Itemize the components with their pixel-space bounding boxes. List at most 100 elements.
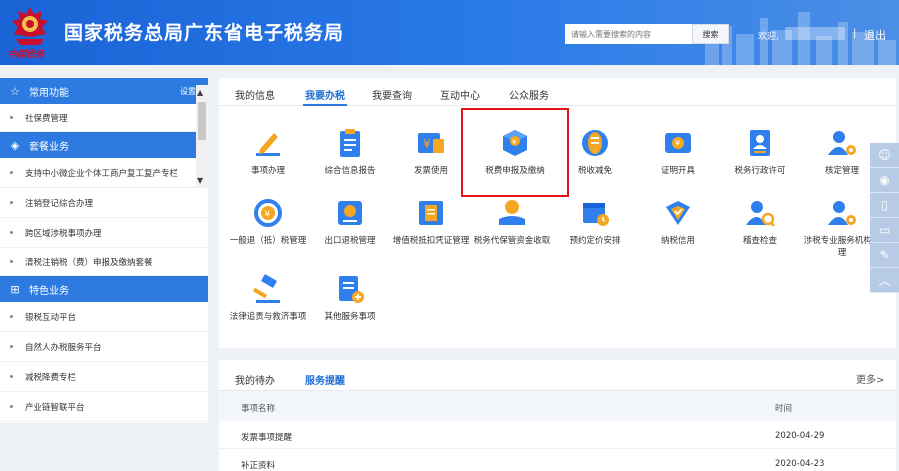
- service-item-legal-remedy[interactable]: 法律追责与救济事项: [226, 273, 310, 323]
- bullet-icon: [10, 116, 13, 119]
- money-hand-icon: [499, 200, 525, 225]
- service-item-vat-voucher[interactable]: 增值税抵扣凭证管理: [389, 197, 473, 247]
- sidebar-item-social-insurance[interactable]: 社保费管理: [0, 104, 208, 132]
- search-button[interactable]: 搜索: [692, 24, 729, 44]
- service-label: 其他服务事项: [324, 312, 376, 322]
- credit-shield-icon: [666, 201, 690, 225]
- sidebar-item-label: 社保费管理: [25, 113, 68, 124]
- service-label: 税务代保管资金收取: [473, 236, 551, 246]
- sidebar-item-label: 支持中小微企业个体工商户复工复产专栏: [25, 168, 179, 179]
- tab-query[interactable]: 我要查询: [372, 87, 412, 102]
- sidebar-item-tax-clearance[interactable]: 清税注销税（费）申报及缴纳套餐: [0, 248, 208, 276]
- table-row[interactable]: 补正资料 2020-04-23: [219, 449, 896, 471]
- export-refund-icon: [338, 201, 362, 225]
- row-time: 2020-04-23: [775, 459, 825, 469]
- mobile-icon[interactable]: ▯: [870, 193, 899, 218]
- service-label: 稽查检查: [742, 236, 777, 246]
- service-item-admin-license[interactable]: 税务行政许可: [718, 127, 802, 177]
- sidebar-item-tax-reduction[interactable]: 减税降费专栏: [0, 362, 208, 392]
- highlight-box: [461, 108, 569, 197]
- scrollbar-thumb[interactable]: [198, 102, 206, 140]
- invoice-icon: ¥: [418, 133, 444, 153]
- table-header: 事项名称 时间: [219, 391, 896, 421]
- table-row[interactable]: 发票事项提醒 2020-04-29: [219, 421, 896, 449]
- service-label: 事项办理: [250, 166, 285, 176]
- service-label: 纳税信用: [660, 236, 695, 246]
- star-icon: ☆: [10, 84, 20, 98]
- sidebar-item-bank-tax[interactable]: 银税互动平台: [0, 302, 208, 332]
- bullet-icon: [10, 315, 13, 318]
- sidebar-section-featured[interactable]: ⊞ 特色业务: [0, 276, 208, 302]
- bullet-icon: [10, 375, 13, 378]
- tab-tax-handling[interactable]: 我要办税: [305, 87, 345, 102]
- service-label: 预约定价安排: [569, 236, 621, 246]
- service-label: 证明开具: [660, 166, 695, 176]
- tab-bar: 我的信息 我要办税 我要查询 互动中心 公众服务: [219, 78, 896, 106]
- tab-my-info[interactable]: 我的信息: [235, 87, 275, 102]
- sidebar-item-label: 清税注销税（费）申报及缴纳套餐: [25, 257, 153, 268]
- user-gear-icon: [828, 131, 856, 155]
- logout-link[interactable]: 退出: [864, 27, 886, 43]
- layers-icon: ◈: [10, 138, 20, 152]
- service-item-other[interactable]: 其他服务事项: [308, 273, 392, 323]
- section-title: 特色业务: [29, 285, 69, 297]
- section-title: 套餐业务: [29, 141, 69, 153]
- tax-logo[interactable]: 中国税务: [6, 5, 54, 60]
- agency-icon: [828, 201, 856, 225]
- certificate-icon: ¥: [665, 133, 691, 153]
- service-item-export-refund[interactable]: 出口退税管理: [308, 197, 392, 247]
- service-label: 增值税抵扣凭证管理: [392, 236, 470, 246]
- calendar-icon: [583, 203, 609, 226]
- sidebar-item-label: 注销登记综合办理: [25, 198, 94, 209]
- service-label: 综合信息报告: [324, 166, 376, 176]
- sidebar-section-common[interactable]: ☆ 常用功能 设置: [0, 78, 208, 104]
- scroll-down-icon[interactable]: ▼: [197, 176, 203, 185]
- more-link[interactable]: 更多>: [856, 371, 884, 386]
- tab-interaction[interactable]: 互动中心: [440, 87, 480, 102]
- edit-icon[interactable]: ✎: [870, 243, 899, 268]
- service-item-custody-funds[interactable]: 税务代保管资金收取: [470, 197, 554, 247]
- weibo-icon[interactable]: ◉: [870, 168, 899, 193]
- service-item-certificate[interactable]: ¥ 证明开具: [636, 127, 720, 177]
- sidebar-item-industry-chain[interactable]: 产业链智联平台: [0, 392, 208, 422]
- section-title: 常用功能: [29, 87, 69, 99]
- sidebar-item-sme-recovery[interactable]: 支持中小微企业个体工商户复工复产专栏: [0, 158, 208, 188]
- sidebar-section-packages[interactable]: ◈ 套餐业务: [0, 132, 208, 158]
- sidebar-item-label: 跨区域涉税事项办理: [25, 228, 102, 239]
- settings-link[interactable]: 设置: [180, 86, 196, 97]
- sidebar-item-label: 减税降费专栏: [25, 372, 77, 383]
- sidebar-item-label: 银税互动平台: [25, 312, 77, 323]
- pen-icon: [256, 133, 280, 156]
- refund-icon: ¥: [254, 199, 282, 227]
- tab-service-reminder[interactable]: 服务提醒: [305, 372, 345, 387]
- back-to-top-icon[interactable]: ︿: [870, 268, 899, 293]
- active-tab-indicator: [303, 104, 347, 106]
- search-input[interactable]: [565, 24, 692, 44]
- top-header: 中国税务 国家税务总局广东省电子税务局 搜索 欢迎, | 退出: [0, 0, 899, 65]
- service-item-general-refund[interactable]: ¥ 一般退（抵）税管理: [226, 197, 310, 247]
- scroll-up-icon[interactable]: ▲: [197, 88, 203, 97]
- sidebar-item-natural-person[interactable]: 自然人办税服务平台: [0, 332, 208, 362]
- column-header-time: 时间: [775, 404, 793, 414]
- sidebar-item-cross-region[interactable]: 跨区域涉税事项办理: [0, 218, 208, 248]
- service-item-tax-credit[interactable]: 纳税信用: [636, 197, 720, 247]
- floating-toolbar: ☺ ◉ ▯ ▭ ✎ ︿: [870, 143, 899, 293]
- wechat-icon[interactable]: ☺: [870, 143, 899, 168]
- service-item-info-report[interactable]: 综合信息报告: [308, 127, 392, 177]
- sidebar-item-deregistration[interactable]: 注销登记综合办理: [0, 188, 208, 218]
- column-header-name: 事项名称: [241, 404, 276, 414]
- tablet-icon[interactable]: ▭: [870, 218, 899, 243]
- bullet-icon: [10, 171, 13, 174]
- service-label: 出口退税管理: [324, 236, 376, 246]
- welcome-text: 欢迎,: [758, 32, 779, 42]
- service-item-inspection[interactable]: 稽查检查: [718, 197, 802, 247]
- bullet-icon: [10, 405, 13, 408]
- license-icon: [750, 130, 770, 156]
- sidebar: ☆ 常用功能 设置 社保费管理 ◈ 套餐业务 支持中小微企业个体工商户复工复产专…: [0, 78, 208, 423]
- user-name-blurred: [785, 27, 845, 40]
- tab-public-service[interactable]: 公众服务: [509, 87, 549, 102]
- service-item-matters[interactable]: 事项办理: [226, 127, 310, 177]
- service-item-pricing-arrangement[interactable]: 预约定价安排: [553, 197, 637, 247]
- row-name: 发票事项提醒: [241, 433, 293, 443]
- tab-my-todo[interactable]: 我的待办: [235, 372, 275, 387]
